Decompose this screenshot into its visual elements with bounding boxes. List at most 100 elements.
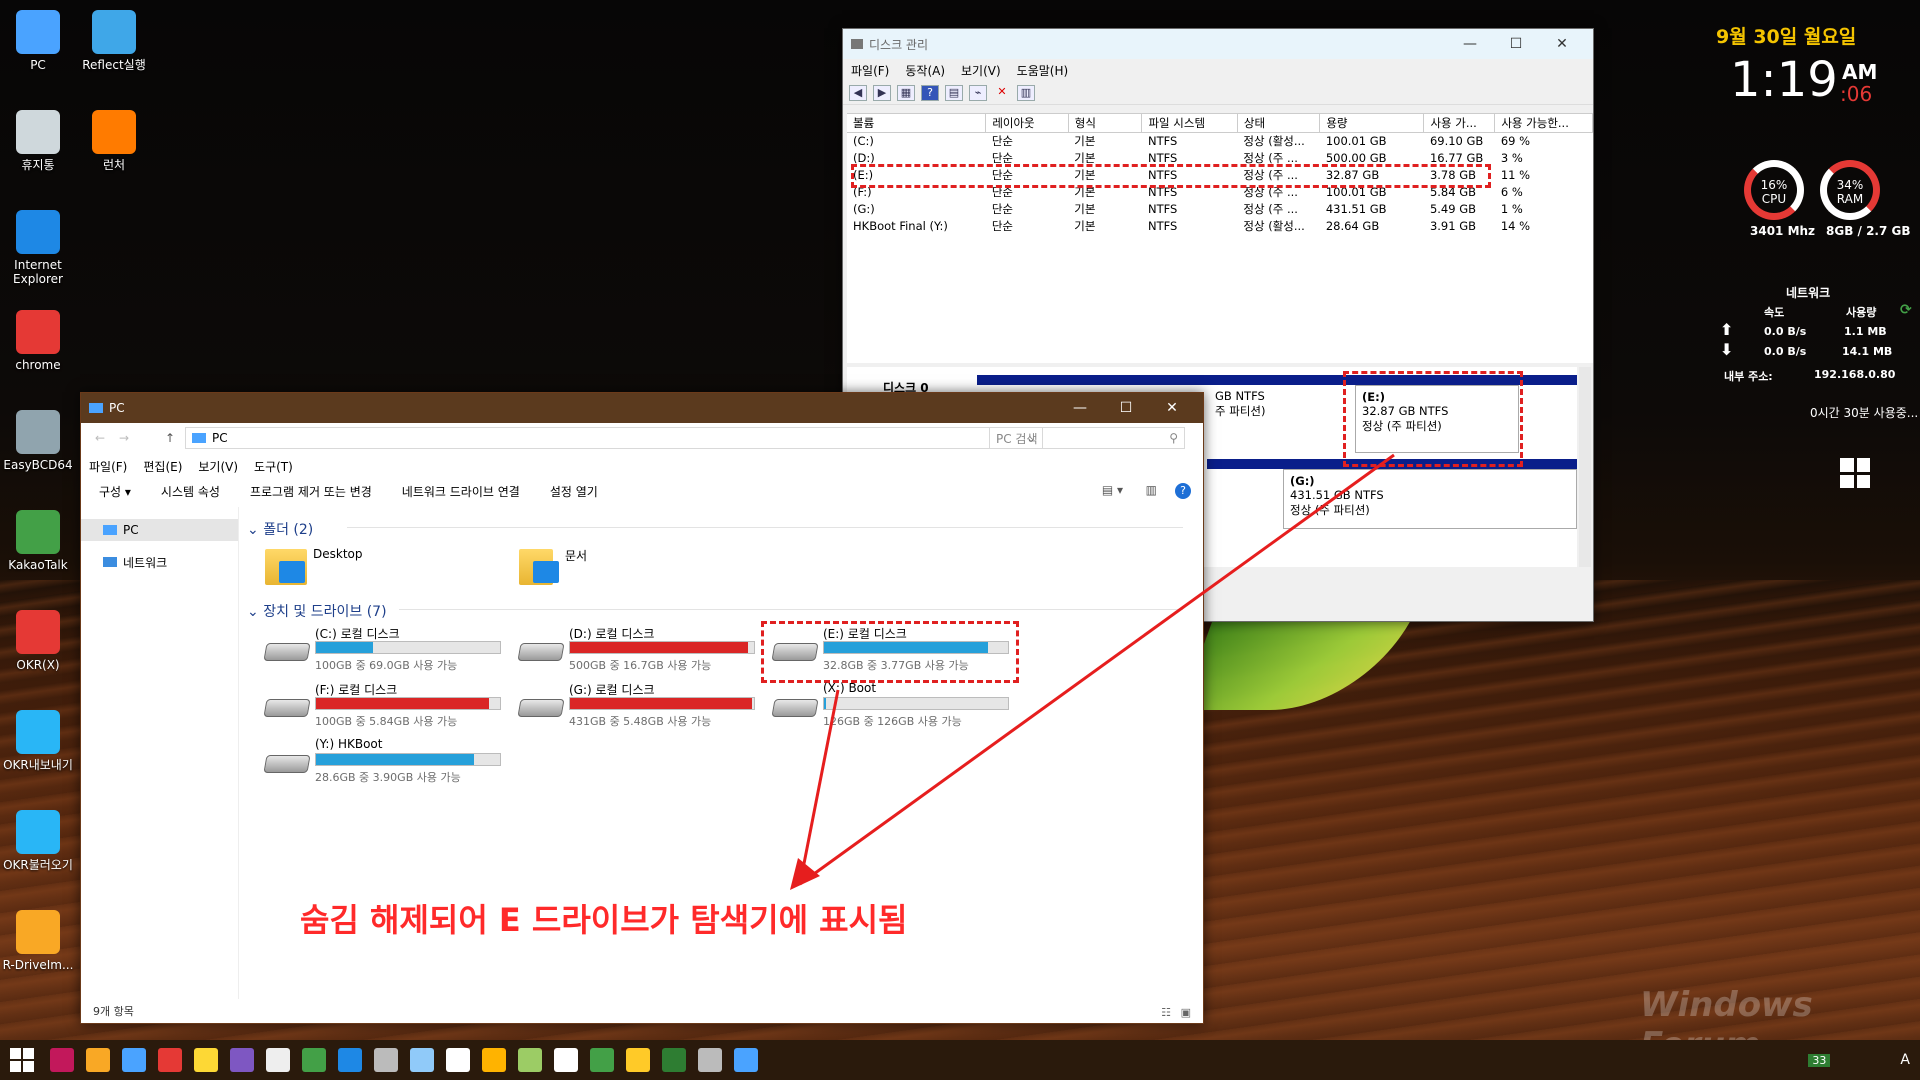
menu-item[interactable]: 도구(T) [254,458,293,475]
close-button[interactable]: ✕ [1539,36,1585,52]
help-icon[interactable]: ? [1175,483,1191,499]
forward-icon[interactable]: ▶ [873,84,891,101]
connect-icon[interactable]: ⌁ [969,84,987,101]
up-button[interactable]: ↑ [165,431,175,445]
windows-tile-icon[interactable] [1840,458,1870,488]
menu-item[interactable]: 네트워크 드라이브 연결 [402,483,520,500]
refresh-icon[interactable]: ⟳ [1900,302,1912,318]
properties-icon[interactable]: ▥ [1017,84,1035,101]
table-row[interactable]: (C:) 단순 기본 NTFS 정상 (활성... 100.01 GB 69.10 GB 69… [847,133,1593,150]
minimize-button[interactable]: — [1447,36,1493,52]
desktop-icon[interactable]: Internet Explorer [0,210,76,286]
column-header[interactable]: 용량 [1319,114,1425,133]
start-button[interactable] [10,1048,34,1072]
taskbar-app-icon[interactable] [194,1048,218,1072]
drive-item[interactable]: (G:) 로컬 디스크 431GB 중 5.48GB 사용 가능 [517,681,759,728]
menu-item[interactable]: 시스템 속성 [161,483,220,500]
taskbar-app-icon[interactable] [50,1048,74,1072]
taskbar-app-icon[interactable] [302,1048,326,1072]
delete-icon[interactable]: ✕ [993,85,1011,101]
taskbar-app-icon[interactable] [230,1048,254,1072]
taskbar-app-icon[interactable] [626,1048,650,1072]
desktop-icon[interactable]: 휴지통 [0,110,76,172]
tiles-view-icon[interactable]: ▣ [1181,1006,1191,1019]
desktop-icon[interactable]: OKR불러오기 [0,810,76,872]
maximize-button[interactable]: ☐ [1493,36,1539,52]
help-icon[interactable]: ? [921,84,939,101]
details-view-icon[interactable]: ☷ [1161,1006,1171,1019]
column-header[interactable]: 레이아웃 [985,114,1069,133]
taskbar-app-icon[interactable] [410,1048,434,1072]
desktop-icon[interactable]: PC [0,10,76,72]
column-header[interactable]: 사용 가능한... [1494,114,1593,133]
menu-item[interactable]: 보기(V) [198,458,238,475]
taskbar-app-icon[interactable] [158,1048,182,1072]
taskbar-app-icon[interactable] [554,1048,578,1072]
taskbar-app-icon[interactable] [698,1048,722,1072]
minimize-button[interactable]: — [1057,400,1103,416]
maximize-button[interactable]: ☐ [1103,400,1149,416]
folder-documents[interactable]: 문서 [519,545,719,589]
explorer-titlebar[interactable]: PC — ☐ ✕ [81,393,1203,423]
back-button[interactable]: ← [95,431,105,445]
column-header[interactable]: 형식 [1068,114,1143,133]
back-icon[interactable]: ◀ [849,84,867,101]
taskbar-app-icon[interactable] [446,1048,470,1072]
taskbar-app-icon[interactable] [590,1048,614,1072]
console-icon[interactable]: ▦ [897,84,915,101]
drives-header[interactable]: ⌄ 장치 및 드라이브 (7) [247,601,387,621]
preview-pane-icon[interactable]: ▥ [1146,483,1157,497]
desktop-icon[interactable]: KakaoTalk [0,510,76,572]
drive-item[interactable]: (C:) 로컬 디스크 100GB 중 69.0GB 사용 가능 [263,625,505,672]
column-header[interactable]: 사용 가... [1423,114,1496,133]
menu-item[interactable]: 동작(A) [905,62,945,79]
tray-time[interactable]: 33 [1808,1053,1831,1067]
column-header[interactable]: 볼륨 [847,114,987,133]
partition-g[interactable]: (G:) 431.51 GB NTFS 정상 (주 파티션) [1283,469,1577,529]
folders-header[interactable]: ⌄ 폴더 (2) [247,519,313,539]
dm-scrollbar[interactable] [1579,367,1591,567]
close-button[interactable]: ✕ [1149,400,1195,416]
desktop-icon[interactable]: 런처 [76,110,152,172]
drive-item[interactable]: (F:) 로컬 디스크 100GB 중 5.84GB 사용 가능 [263,681,505,728]
menu-item[interactable]: 프로그램 제거 또는 변경 [250,483,372,500]
table-row[interactable]: HKBoot Final (Y:) 단순 기본 NTFS 정상 (활성... 28.64 … [847,218,1593,235]
ime-indicator[interactable]: A [1900,1052,1910,1068]
nav-item-network[interactable]: 네트워크 [81,551,238,573]
desktop-icon[interactable]: chrome [0,310,76,372]
menu-item[interactable]: 파일(F) [89,458,127,475]
taskbar-app-icon[interactable] [518,1048,542,1072]
desktop-icon[interactable]: R-DriveIm... [0,910,76,972]
desktop-icon[interactable]: EasyBCD64 [0,410,76,472]
menu-item[interactable]: 파일(F) [851,62,889,79]
menu-item[interactable]: 보기(V) [961,62,1001,79]
taskbar-app-icon[interactable] [338,1048,362,1072]
taskbar-app-icon[interactable] [662,1048,686,1072]
view-options-icon[interactable]: ▤ ▾ [1102,483,1123,497]
drive-item[interactable]: (E:) 로컬 디스크 32.8GB 중 3.77GB 사용 가능 [771,625,1013,672]
column-header[interactable]: 상태 [1237,114,1321,133]
search-input[interactable]: PC 검색 ⚲ [989,427,1185,449]
forward-button[interactable]: → [119,431,129,445]
taskbar-app-icon[interactable] [482,1048,506,1072]
taskbar-app-icon[interactable] [86,1048,110,1072]
menu-item[interactable]: 설정 열기 [550,483,598,500]
panel-icon[interactable]: ▤ [945,84,963,101]
desktop-icon[interactable]: OKR(X) [0,610,76,672]
desktop-icon[interactable]: OKR내보내기 [0,710,76,772]
drive-item[interactable]: (D:) 로컬 디스크 500GB 중 16.7GB 사용 가능 [517,625,759,672]
folder-desktop[interactable]: Desktop [265,545,465,589]
address-bar[interactable]: PC ⌄ [185,427,1043,449]
column-header[interactable]: 파일 시스템 [1141,114,1238,133]
taskbar-app-icon[interactable] [734,1048,758,1072]
taskbar-app-icon[interactable] [122,1048,146,1072]
table-row[interactable]: (G:) 단순 기본 NTFS 정상 (주 ... 431.51 GB 5.49 GB 1 % [847,201,1593,218]
menu-item[interactable]: 편집(E) [143,458,182,475]
drive-item[interactable]: (X:) Boot 126GB 중 126GB 사용 가능 [771,681,1013,728]
desktop-icon[interactable]: Reflect실행 [76,10,152,72]
nav-item-pc[interactable]: PC [81,519,238,541]
menu-item[interactable]: 구성 ▾ [99,483,131,500]
dm-titlebar[interactable]: 디스크 관리 — ☐ ✕ [843,29,1593,59]
menu-item[interactable]: 도움말(H) [1017,62,1069,79]
drive-item[interactable]: (Y:) HKBoot 28.6GB 중 3.90GB 사용 가능 [263,737,505,784]
